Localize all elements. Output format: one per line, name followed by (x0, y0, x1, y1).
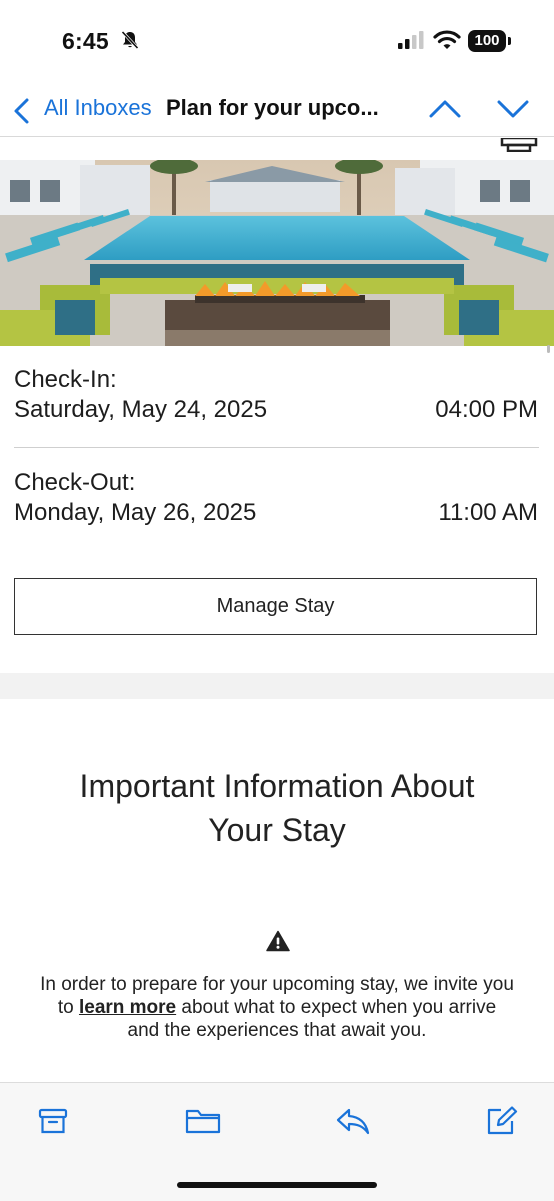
battery-icon: 100 (468, 30, 506, 52)
reply-icon[interactable] (335, 1106, 371, 1141)
status-time: 6:45 (62, 28, 109, 54)
home-indicator[interactable] (177, 1182, 377, 1188)
checkin-date: Saturday, May 24, 2025 (14, 396, 268, 423)
resort-pool-image (0, 160, 554, 346)
warning-icon (266, 930, 290, 957)
printer-icon (500, 136, 538, 153)
info-paragraph: In order to prepare for your upcoming st… (40, 973, 514, 1042)
checkout-label: Check-Out: (14, 469, 136, 496)
divider (14, 447, 539, 448)
section-separator (0, 673, 554, 699)
compose-icon[interactable] (486, 1106, 518, 1141)
manage-stay-button[interactable]: Manage Stay (14, 578, 537, 635)
status-bar: 6:45 100 (0, 0, 554, 86)
archive-icon[interactable] (38, 1106, 68, 1141)
cellular-signal-icon (398, 31, 426, 54)
email-subject: Plan for your upco... (166, 95, 379, 120)
back-to-inboxes-link[interactable]: All Inboxes (44, 95, 152, 121)
folder-icon[interactable] (185, 1106, 221, 1141)
chevron-left-icon[interactable] (10, 94, 34, 133)
heading-line-2: Your Stay (208, 812, 346, 848)
checkin-time: 04:00 PM (435, 396, 538, 423)
mail-nav-bar: All Inboxes Plan for your upco... (0, 86, 554, 137)
checkout-time: 11:00 AM (438, 499, 538, 526)
learn-more-link[interactable]: learn more (79, 997, 176, 1018)
important-info-heading: Important Information About Your Stay (20, 764, 534, 852)
heading-line-1: Important Information About (79, 768, 475, 804)
checkin-label: Check-In: (14, 366, 117, 393)
battery-tip (508, 37, 511, 45)
bell-slash-icon (120, 30, 140, 55)
chevron-down-icon[interactable] (496, 94, 530, 129)
chevron-up-icon[interactable] (428, 94, 462, 129)
wifi-icon (433, 29, 461, 56)
checkout-date: Monday, May 26, 2025 (14, 499, 257, 526)
scroll-indicator (547, 345, 550, 353)
info-text-after: about what to expect when you arrive and… (127, 997, 497, 1041)
